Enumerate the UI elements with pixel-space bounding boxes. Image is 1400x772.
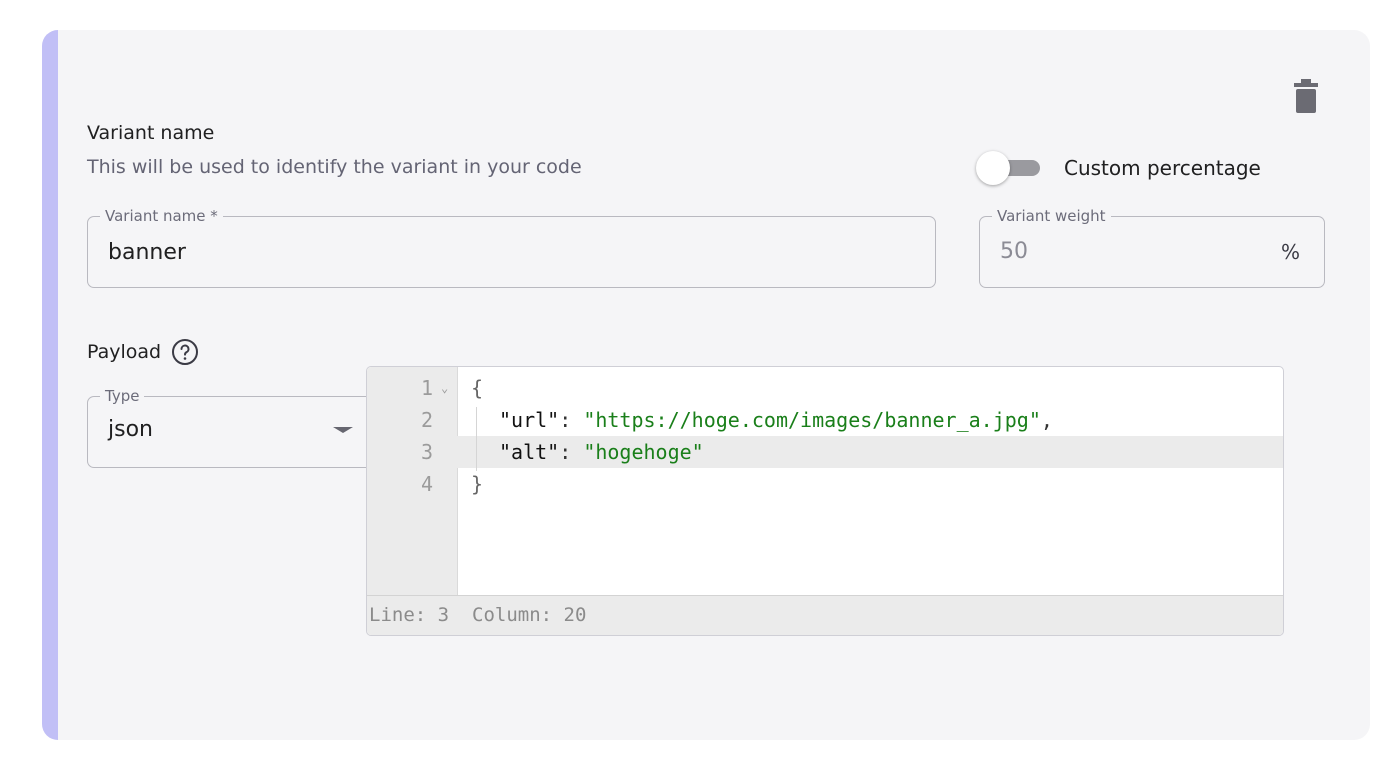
- payload-type-select[interactable]: Type json: [87, 386, 374, 468]
- indent-guide: [476, 407, 477, 471]
- editor-status-bar: Line: 3 Column: 20: [367, 595, 1283, 635]
- custom-percentage-label: Custom percentage: [1064, 156, 1261, 180]
- code-key: "url": [499, 408, 560, 432]
- payload-heading: Payload: [87, 338, 199, 366]
- status-line-value: 3: [437, 604, 450, 626]
- status-line-label: Line:: [369, 604, 427, 626]
- code-separator: :: [559, 440, 584, 464]
- status-column-label: Column:: [472, 604, 553, 626]
- card-accent-bar: [42, 30, 58, 740]
- code-line: 4 }: [367, 468, 1283, 500]
- code-trail: ,: [1040, 408, 1053, 432]
- code-string: "https://hoge.com/images/banner_a.jpg": [583, 408, 1041, 432]
- line-number: 1: [420, 376, 433, 400]
- code-text: {: [471, 372, 483, 404]
- payload-type-label: Type: [100, 386, 145, 406]
- payload-label: Payload: [87, 341, 162, 363]
- code-line: 1 ⌄ {: [367, 372, 1283, 404]
- code-line: 2 "url": "https://hoge.com/images/banner…: [367, 404, 1283, 436]
- help-circle-icon[interactable]: [171, 338, 199, 366]
- status-column-value: 20: [563, 604, 587, 626]
- code-key: "alt": [499, 440, 560, 464]
- payload-type-value: json: [108, 417, 153, 442]
- toggle-thumb: [976, 151, 1010, 185]
- variant-name-input[interactable]: [88, 217, 935, 287]
- variant-weight-field[interactable]: Variant weight 50 %: [979, 206, 1325, 288]
- code-text: "alt": "hogehoge": [499, 436, 704, 468]
- variant-name-heading: Variant name: [87, 122, 215, 144]
- line-number: 3: [420, 440, 433, 464]
- delete-variant-button[interactable]: [1292, 78, 1320, 114]
- line-number: 2: [420, 408, 433, 432]
- variant-name-field[interactable]: Variant name *: [87, 206, 936, 288]
- trash-icon: [1294, 79, 1318, 113]
- code-string: "hogehoge": [583, 440, 704, 464]
- variant-weight-field-label: Variant weight: [992, 206, 1111, 226]
- json-code-editor[interactable]: 1 ⌄ { 2 "url": "https://hoge.com/images/…: [366, 366, 1284, 636]
- chevron-down-icon[interactable]: ⌄: [441, 378, 448, 398]
- percent-suffix: %: [1280, 240, 1300, 264]
- line-number: 4: [420, 472, 433, 496]
- variant-name-description: This will be used to identify the varian…: [87, 156, 582, 178]
- custom-percentage-toggle[interactable]: [976, 150, 1048, 186]
- code-separator: :: [559, 408, 584, 432]
- code-brace-open: {: [471, 376, 484, 400]
- code-text: "url": "https://hoge.com/images/banner_a…: [499, 404, 1053, 436]
- code-text: }: [471, 468, 483, 500]
- code-line-active: 3 "alt": "hogehoge": [367, 436, 1283, 468]
- code-brace-close: }: [471, 472, 484, 496]
- variant-weight-value: 50: [1000, 239, 1028, 264]
- caret-down-icon: [333, 427, 353, 433]
